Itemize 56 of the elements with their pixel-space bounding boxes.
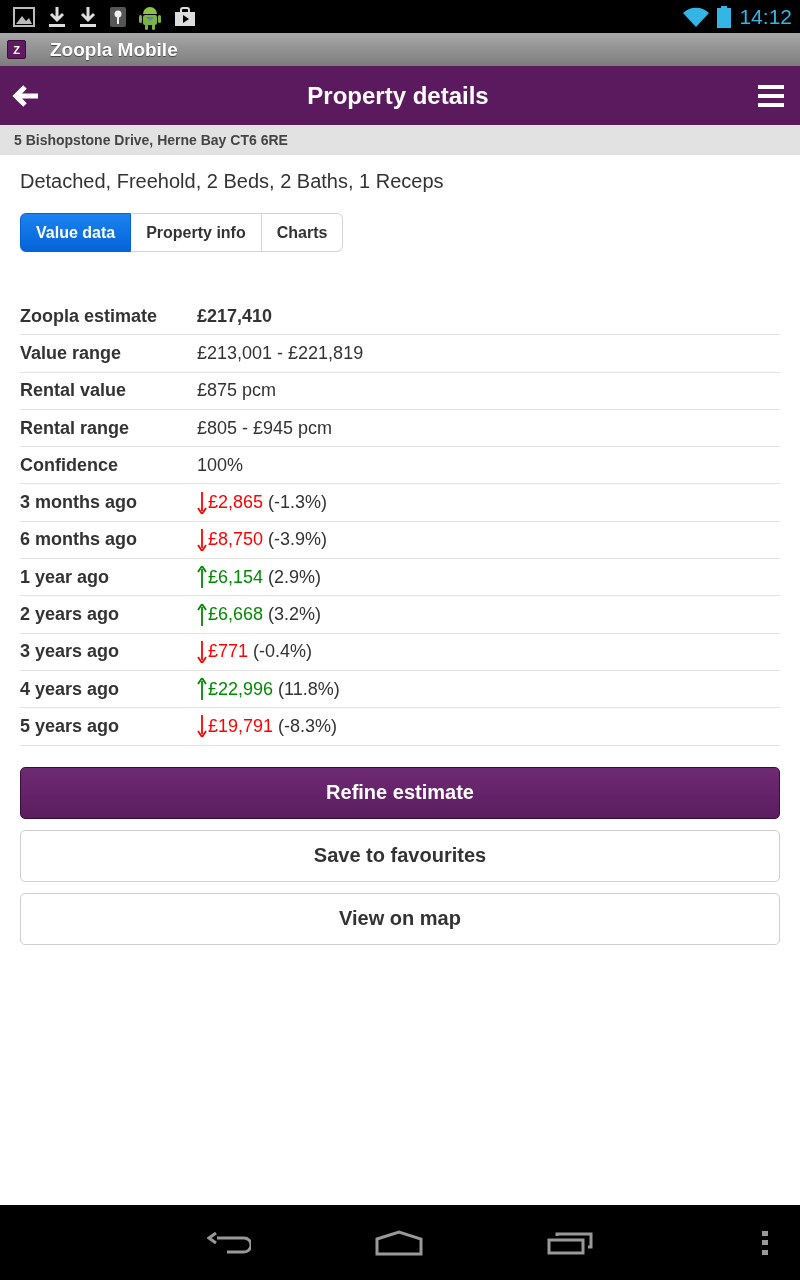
change-amount: £2,865 — [208, 492, 264, 514]
tab[interactable]: Charts — [261, 213, 344, 252]
refine-button[interactable]: Refine estimate — [20, 766, 780, 819]
row-label: 3 years ago — [20, 641, 121, 663]
back-icon[interactable] — [207, 1231, 251, 1254]
row-label: Confidence — [20, 454, 119, 476]
change-percent: (-0.4%) — [253, 641, 313, 663]
change-percent: (-8.3%) — [278, 715, 338, 737]
change-percent: (-1.3%) — [268, 492, 328, 514]
pin-icon — [110, 6, 126, 27]
change-amount: £6,668 — [208, 604, 264, 625]
home-icon[interactable] — [375, 1229, 423, 1256]
back-arrow-icon[interactable] — [12, 84, 40, 107]
image-icon — [13, 6, 35, 27]
download-icon — [48, 5, 66, 28]
row-label: 4 years ago — [20, 678, 121, 700]
change-amount: £771 — [208, 641, 249, 663]
row-label: 3 months ago — [20, 492, 138, 514]
row-label: 1 year ago — [20, 566, 111, 588]
change-percent: (-3.9%) — [268, 529, 328, 551]
tab[interactable]: Property info — [131, 213, 262, 252]
change-amount: £19,791 — [208, 715, 274, 737]
row-value: 100% — [197, 454, 244, 476]
action-button[interactable]: View on map — [20, 892, 780, 945]
estimate-value: £217,410 — [197, 305, 273, 327]
property-summary: Detached, Freehold, 2 Beds, 2 Baths, 1 Receps — [20, 169, 445, 193]
change-amount: £6,154 — [208, 566, 264, 588]
download-icon — [79, 5, 97, 28]
app-logo-icon: Z — [7, 40, 26, 59]
row-value: £805 - £945 pcm — [197, 417, 333, 439]
page-title: Property details — [307, 81, 489, 110]
battery-icon — [717, 5, 732, 28]
change-amount: £8,750 — [208, 529, 264, 551]
row-label: Zoopla estimate — [20, 305, 159, 327]
recent-apps-icon[interactable] — [547, 1230, 593, 1255]
row-label: Rental value — [20, 380, 128, 402]
wifi-icon — [683, 6, 710, 27]
overflow-menu-icon[interactable] — [762, 1230, 768, 1255]
row-label: 2 years ago — [20, 604, 121, 625]
menu-icon[interactable] — [758, 84, 784, 107]
row-label: 6 months ago — [20, 529, 138, 551]
change-amount: £22,996 — [208, 678, 274, 700]
change-percent: (11.8%) — [278, 678, 340, 700]
row-label: Rental range — [20, 417, 131, 439]
shopping-bag-icon — [174, 6, 196, 27]
change-percent: (2.9%) — [268, 566, 322, 588]
row-label: 5 years ago — [20, 715, 121, 737]
row-value: £875 pcm — [197, 380, 277, 402]
property-address: 5 Bishopstone Drive, Herne Bay CT6 6RE — [14, 132, 288, 148]
clock-time: 14:12 — [739, 4, 792, 29]
row-value: £213,001 - £221,819 — [197, 342, 364, 364]
action-button[interactable]: Save to favourites — [20, 829, 780, 882]
row-label: Value range — [20, 342, 123, 364]
change-percent: (3.2%) — [268, 604, 322, 625]
tab[interactable]: Value data — [20, 213, 132, 252]
app-title: Zoopla Mobile — [50, 38, 178, 61]
